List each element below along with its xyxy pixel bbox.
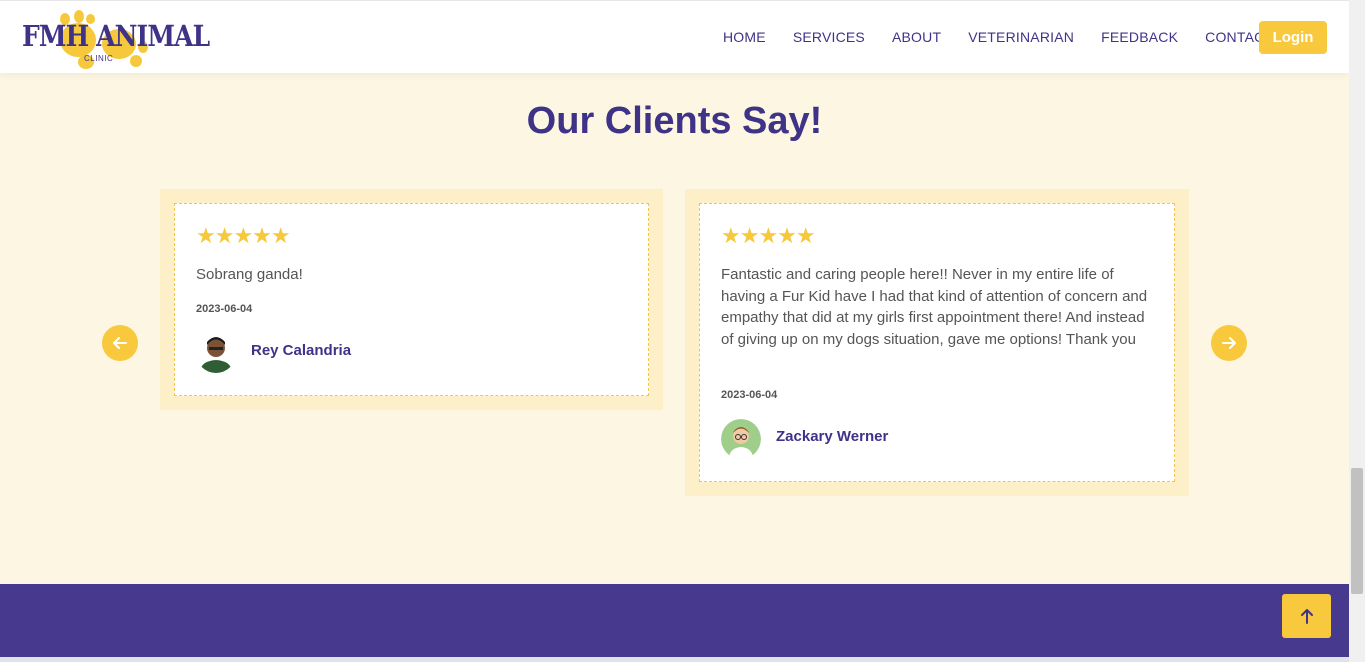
- arrow-right-icon: [1222, 337, 1236, 349]
- review-text: Fantastic and caring people here!! Never…: [721, 266, 1148, 348]
- nav-feedback[interactable]: FEEDBACK: [1101, 29, 1178, 45]
- clinic-logo[interactable]: FMH ANIMAL CLINIC: [22, 10, 210, 71]
- logo-subtext: CLINIC: [84, 54, 114, 63]
- avatar: [196, 333, 236, 373]
- arrow-left-icon: [113, 337, 127, 349]
- testimonial-body: ★★★★★ Fantastic and caring people here!!…: [699, 203, 1175, 482]
- carousel-next-button[interactable]: [1211, 325, 1247, 361]
- testimonial-body: ★★★★★ Sobrang ganda! 2023-06-04 Rey Cala…: [174, 203, 649, 396]
- carousel-prev-button[interactable]: [102, 325, 138, 361]
- main-nav: HOME SERVICES ABOUT VETERINARIAN FEEDBAC…: [723, 29, 1300, 45]
- nav-services[interactable]: SERVICES: [793, 29, 865, 45]
- review-text: Sobrang ganda!: [196, 266, 303, 283]
- arrow-up-icon: [1300, 609, 1313, 624]
- login-button[interactable]: Login: [1259, 21, 1327, 54]
- testimonial-card: ★★★★★ Fantastic and caring people here!!…: [685, 189, 1189, 496]
- avatar: [721, 419, 761, 459]
- back-to-top-button[interactable]: [1282, 594, 1331, 638]
- rating-stars-icon: ★★★★★: [196, 224, 291, 249]
- page-scrollbar[interactable]: [1349, 0, 1365, 662]
- scrollbar-thumb[interactable]: [1351, 468, 1363, 594]
- review-date: 2023-06-04: [721, 389, 778, 401]
- taskbar: [0, 657, 1349, 662]
- reviewer-name: Rey Calandria: [251, 342, 352, 359]
- testimonial-card: ★★★★★ Sobrang ganda! 2023-06-04 Rey Cala…: [160, 189, 663, 410]
- reviewer-name: Zackary Werner: [776, 428, 889, 445]
- section-title: Our Clients Say!: [526, 100, 823, 142]
- site-footer: [0, 584, 1349, 662]
- review-date: 2023-06-04: [196, 303, 253, 315]
- nav-home[interactable]: HOME: [723, 29, 766, 45]
- nav-veterinarian[interactable]: VETERINARIAN: [968, 29, 1074, 45]
- rating-stars-icon: ★★★★★: [721, 224, 816, 249]
- nav-about[interactable]: ABOUT: [892, 29, 941, 45]
- site-header: FMH ANIMAL CLINIC HOME SERVICES ABOUT VE…: [0, 0, 1349, 73]
- logo-text: FMH ANIMAL: [22, 19, 210, 53]
